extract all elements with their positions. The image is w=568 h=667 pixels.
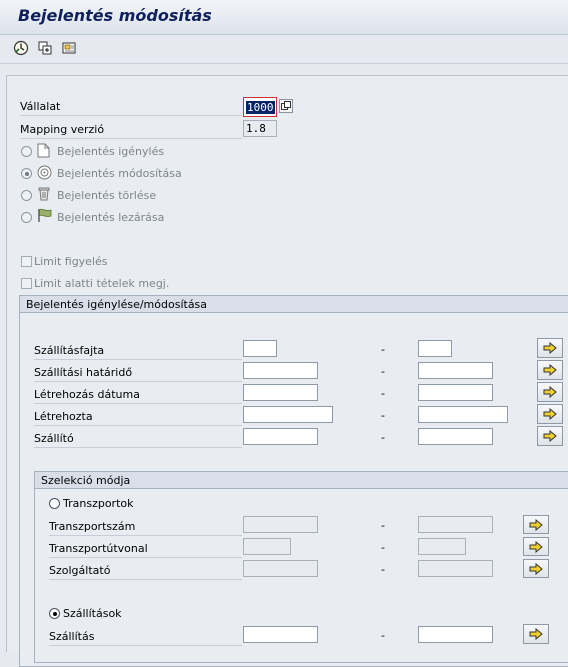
arrow-right-icon [543, 386, 557, 398]
shipment-type-label: Szállításfajta [34, 341, 242, 360]
limit-check-label: Limit figyelés [34, 255, 108, 268]
arrow-right-icon [543, 430, 557, 442]
company-label: Vállalat [20, 97, 242, 116]
display-icon[interactable] [60, 39, 78, 57]
range-dash: - [381, 629, 385, 642]
range-dash: - [381, 387, 385, 400]
group-header: Szelekció módja [35, 472, 568, 489]
value-help-icon[interactable] [279, 99, 293, 113]
multiple-selection-button[interactable] [537, 360, 563, 380]
radio-request[interactable] [21, 146, 32, 157]
arrow-right-icon [543, 342, 557, 354]
range-dash: - [381, 365, 385, 378]
radio-delete-label: Bejelentés törlése [57, 189, 157, 202]
multiple-selection-button[interactable] [523, 537, 549, 556]
below-limit-label: Limit alatti tételek megj. [34, 277, 170, 290]
arrow-right-icon [543, 408, 557, 420]
company-field[interactable]: 1000 [243, 97, 277, 117]
range-dash: - [381, 343, 385, 356]
created-date-from[interactable] [243, 384, 318, 401]
shipment-to[interactable] [418, 626, 493, 643]
range-dash: - [381, 563, 385, 576]
created-by-from[interactable] [243, 406, 333, 423]
transport-number-label: Transzportszám [49, 517, 242, 536]
range-dash: - [381, 541, 385, 554]
transport-route-from [243, 538, 291, 555]
vendor-to[interactable] [418, 428, 493, 445]
shipment-type-to[interactable] [418, 340, 452, 357]
group-header: Bejelentés igénylése/módosítása [20, 296, 568, 313]
range-dash: - [381, 519, 385, 532]
below-limit-checkbox[interactable] [21, 278, 32, 289]
vendor-label: Szállító [34, 429, 242, 448]
radio-close[interactable] [21, 212, 32, 223]
delivery-deadline-to[interactable] [418, 362, 493, 379]
application-toolbar [0, 35, 568, 64]
mapping-label: Mapping verzió [20, 120, 242, 139]
multiple-selection-button[interactable] [537, 338, 563, 358]
range-dash: - [381, 431, 385, 444]
radio-transports-label: Transzportok [63, 497, 134, 510]
created-date-to[interactable] [418, 384, 493, 401]
radio-delete[interactable] [21, 190, 32, 201]
transport-number-from [243, 516, 318, 533]
company-value: 1000 [246, 101, 275, 114]
multiple-selection-button[interactable] [537, 426, 563, 446]
arrow-right-icon [529, 628, 543, 640]
vendor-from[interactable] [243, 428, 318, 445]
created-date-label: Létrehozás dátuma [34, 385, 242, 404]
radio-shipments-label: Szállítások [63, 607, 122, 620]
service-provider-to [418, 560, 493, 577]
service-provider-label: Szolgáltató [49, 561, 242, 580]
service-provider-from [243, 560, 318, 577]
range-dash: - [381, 409, 385, 422]
document-icon [37, 143, 50, 161]
copy-icon[interactable] [36, 39, 54, 57]
delivery-deadline-label: Szállítási határidő [34, 363, 242, 382]
change-icon [37, 165, 52, 183]
trash-icon [38, 186, 50, 204]
created-by-label: Létrehozta [34, 407, 242, 426]
radio-transports[interactable] [49, 498, 60, 509]
shipment-from[interactable] [243, 626, 318, 643]
mapping-field: 1.8 [243, 120, 277, 137]
transport-number-to [418, 516, 493, 533]
multiple-selection-button[interactable] [537, 382, 563, 402]
shipment-type-from[interactable] [243, 340, 277, 357]
radio-request-label: Bejelentés igénylés [57, 145, 165, 158]
shipment-label: Szállítás [49, 627, 242, 646]
transport-route-label: Transzportútvonal [49, 539, 242, 558]
radio-modify-label: Bejelentés módosítása [57, 167, 182, 180]
multiple-selection-button[interactable] [523, 624, 549, 644]
created-by-to[interactable] [418, 406, 508, 423]
arrow-right-icon [529, 518, 543, 531]
transport-route-to [418, 538, 466, 555]
arrow-right-icon [529, 540, 543, 553]
flag-icon [37, 208, 53, 226]
arrow-right-icon [543, 364, 557, 376]
multiple-selection-button[interactable] [537, 404, 563, 424]
radio-close-label: Bejelentés lezárása [57, 211, 165, 224]
multiple-selection-button[interactable] [523, 559, 549, 578]
page-title: Bejelentés módosítás [18, 6, 212, 25]
delivery-deadline-from[interactable] [243, 362, 318, 379]
execute-icon[interactable] [12, 39, 30, 57]
limit-check-checkbox[interactable] [21, 256, 32, 267]
radio-modify[interactable] [21, 168, 32, 179]
arrow-right-icon [529, 562, 543, 575]
radio-shipments[interactable] [49, 608, 60, 619]
multiple-selection-button[interactable] [523, 515, 549, 534]
